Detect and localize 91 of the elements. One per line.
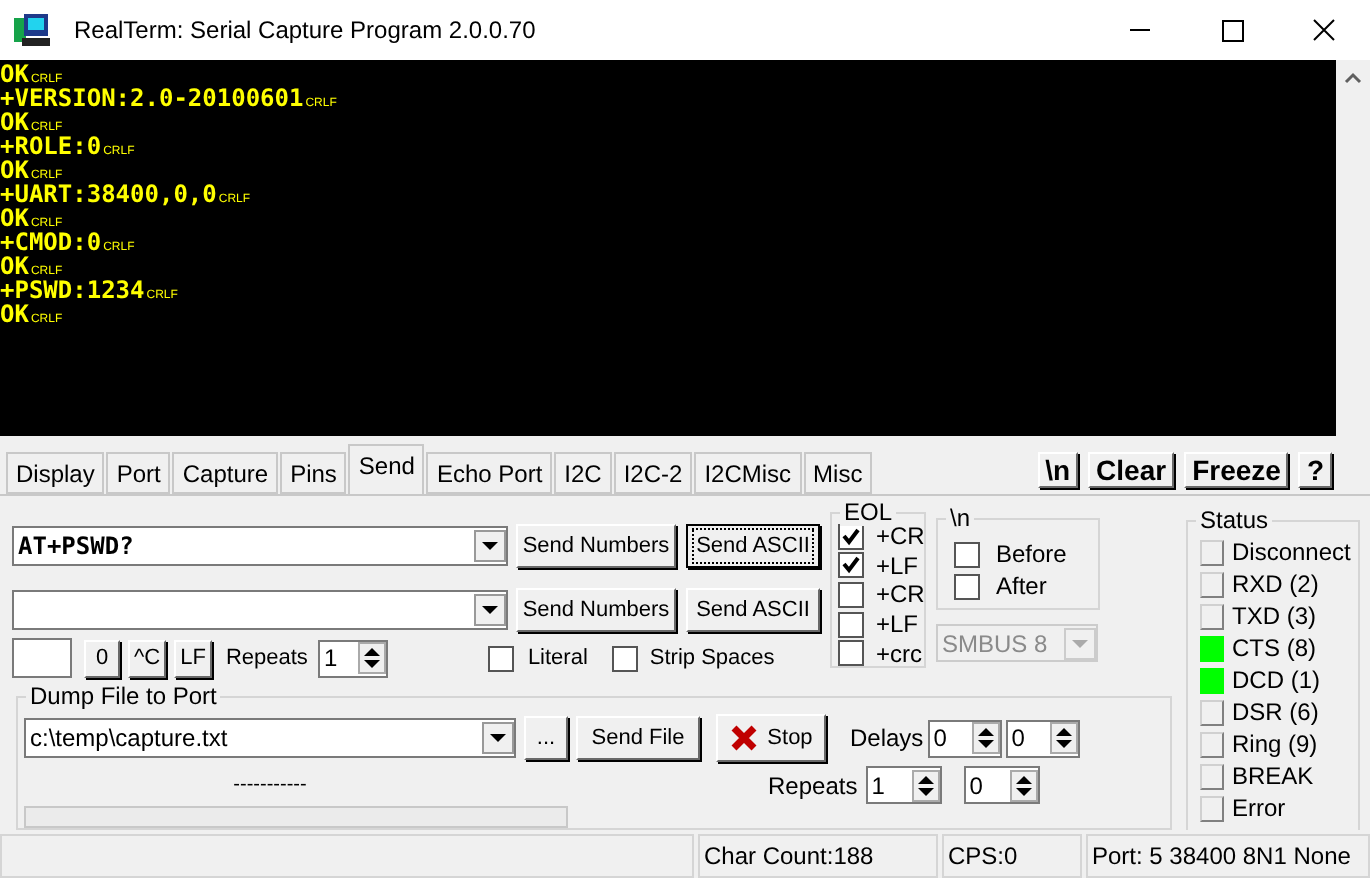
delays-label: Delays — [850, 722, 924, 756]
spin-arrows-icon[interactable] — [1009, 769, 1038, 801]
terminal-line: OK — [0, 206, 29, 230]
checkbox[interactable] — [838, 581, 864, 608]
window-title: RealTerm: Serial Capture Program 2.0.0.70 — [74, 14, 536, 48]
dump-group-title: Dump File to Port — [26, 682, 221, 710]
eol-option-label: +LF — [876, 612, 919, 637]
status-label: DSR (6) — [1232, 696, 1319, 730]
toolbar-button[interactable]: Freeze — [1184, 452, 1289, 488]
spin-arrows-icon[interactable] — [971, 722, 1000, 754]
tab[interactable]: Send — [348, 444, 425, 494]
eol-option-label: +LF — [876, 553, 919, 578]
literal-label: Literal — [527, 643, 588, 674]
tab[interactable]: Capture — [172, 452, 279, 494]
browse-button[interactable]: ... — [524, 716, 568, 760]
tab[interactable]: Pins — [280, 452, 347, 494]
send-file-button[interactable]: Send File — [576, 716, 700, 760]
terminal-line: +PSWD:1234 — [0, 278, 145, 302]
eol-group-title: EOL — [840, 498, 897, 526]
repeat-spinner[interactable]: 0 — [963, 766, 1040, 804]
status-label: BREAK — [1232, 760, 1314, 794]
status-label: TXD (3) — [1232, 600, 1316, 634]
stop-button[interactable]: Stop — [716, 714, 826, 762]
send-numbers-button[interactable]: Send Numbers — [516, 588, 676, 632]
newline-option-label: After — [996, 570, 1047, 604]
scroll-up-icon[interactable] — [1344, 72, 1362, 84]
checkbox[interactable] — [954, 573, 980, 599]
checkbox[interactable] — [838, 640, 864, 667]
terminal-line: OK — [0, 158, 29, 182]
terminal-line: OK — [0, 62, 29, 86]
terminal-line: +CMOD:0 — [0, 230, 102, 254]
send-text-field[interactable] — [12, 590, 508, 630]
status-label: Error — [1232, 792, 1286, 826]
newline-option-label: Before — [996, 538, 1067, 572]
send-text-field[interactable]: AT+PSWD? — [12, 526, 508, 566]
cps-reading: CPS:0 — [948, 840, 1018, 874]
toolbar-button[interactable]: ? — [1298, 452, 1332, 488]
status-label: CTS (8) — [1232, 632, 1316, 666]
delay-spinner[interactable]: 0 — [1005, 719, 1080, 757]
tab[interactable]: I2C-2 — [613, 452, 693, 494]
send-ascii-button[interactable]: Send ASCII — [686, 588, 820, 632]
checkbox[interactable] — [838, 611, 864, 638]
status-group-title: Status — [1196, 506, 1273, 534]
tab[interactable]: Misc — [803, 452, 873, 494]
tab[interactable]: I2C — [554, 452, 612, 494]
checkbox[interactable] — [954, 541, 980, 567]
toolbar-button[interactable]: Clear — [1088, 452, 1175, 488]
control-character-button[interactable]: 0 — [84, 639, 120, 677]
send-ascii-button[interactable]: Send ASCII — [686, 524, 820, 568]
eol-option-label: +CR — [876, 524, 925, 549]
control-character-button[interactable]: LF — [174, 639, 212, 677]
spin-arrows-icon[interactable] — [911, 769, 940, 801]
checkbox[interactable] — [838, 552, 864, 579]
terminal-line: OK — [0, 110, 29, 134]
eol-option-label: +crc — [876, 641, 923, 666]
strip-spaces-label: Strip Spaces — [649, 643, 775, 674]
char-count: Char Count:188 — [704, 840, 874, 874]
terminal-app-icon — [14, 14, 50, 46]
status-label: Disconnect — [1232, 536, 1351, 570]
cross-icon — [729, 724, 758, 752]
port-settings: Port: 5 38400 8N1 None — [1092, 840, 1351, 874]
toolbar-button[interactable]: \n — [1037, 452, 1079, 488]
checkbox[interactable] — [487, 645, 514, 671]
spin-arrows-icon[interactable] — [357, 642, 386, 674]
progress-label: ----------- — [231, 775, 309, 795]
eol-option-label: +CR — [876, 582, 925, 607]
control-character-button[interactable]: ^C — [128, 639, 167, 677]
spin-arrows-icon[interactable] — [1049, 722, 1078, 754]
repeats-label: Repeats — [225, 643, 308, 674]
scrollbar[interactable] — [1336, 60, 1370, 436]
terminal-line: OK — [0, 254, 29, 278]
tab[interactable]: Display — [6, 452, 105, 494]
tab[interactable]: Port — [106, 452, 171, 494]
tab[interactable]: Echo Port — [426, 452, 553, 494]
delay-spinner[interactable]: 0 — [927, 719, 1002, 757]
newline-group-title: \n — [946, 504, 975, 532]
terminal-line: +UART:38400,0,0 — [0, 182, 217, 206]
status-label: RXD (2) — [1232, 568, 1319, 602]
file-path-field[interactable]: c:\temp\capture.txt — [24, 718, 516, 758]
send-numbers-button[interactable]: Send Numbers — [516, 524, 676, 568]
terminal-line: +VERSION:2.0-20100601 — [0, 86, 304, 110]
repeats-spinner[interactable]: 1 — [317, 639, 388, 677]
repeats-label: Repeats — [768, 769, 858, 803]
tab[interactable]: I2CMisc — [694, 452, 802, 494]
status-label: DCD (1) — [1232, 664, 1320, 698]
terminal-line: +ROLE:0 — [0, 134, 102, 158]
input-field[interactable] — [12, 638, 72, 678]
checkbox[interactable] — [611, 645, 638, 671]
terminal-line: OK — [0, 302, 29, 326]
repeat-spinner[interactable]: 1 — [865, 766, 942, 804]
status-label: Ring (9) — [1232, 728, 1318, 762]
